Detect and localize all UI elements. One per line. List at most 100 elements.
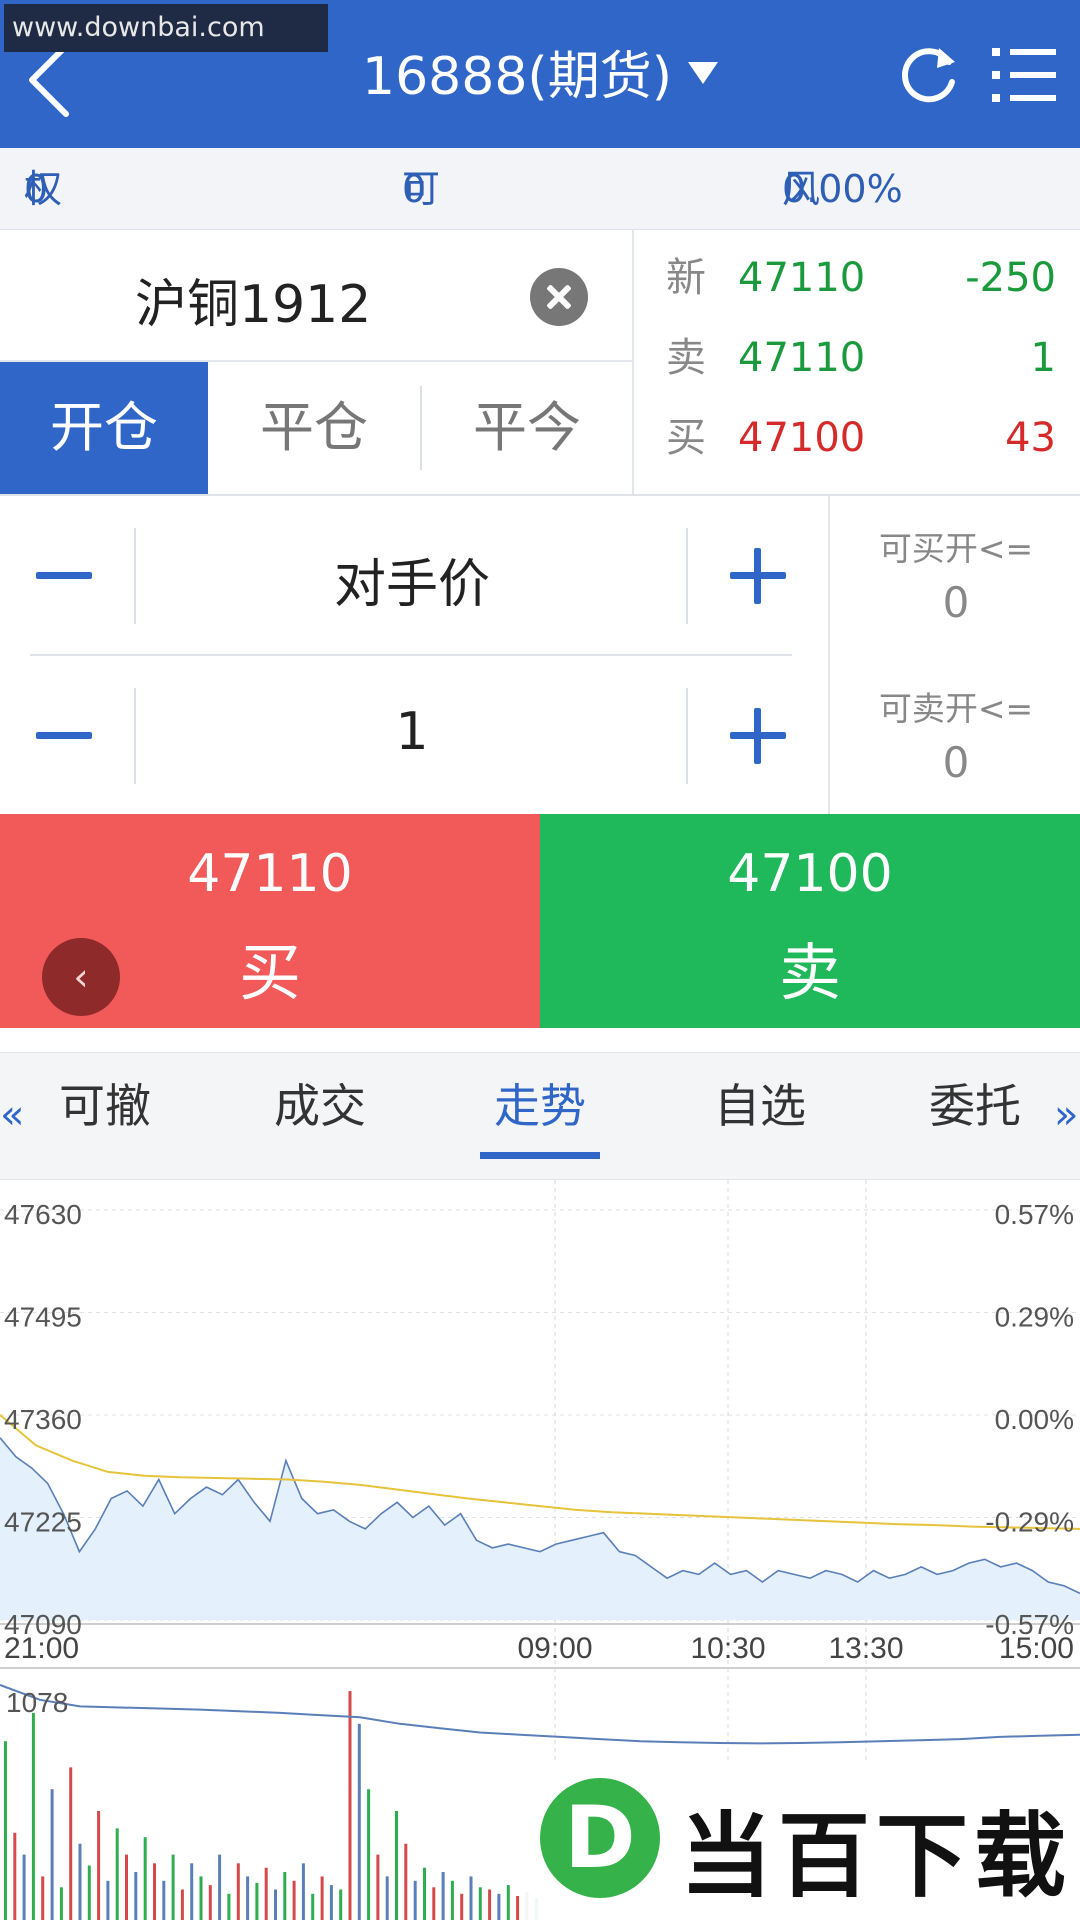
scroll-right-icon[interactable]: » [1054,1092,1078,1138]
volume-bar [153,1863,156,1920]
quantity-minus-icon[interactable] [36,732,92,739]
y-tick-label: 47495 [4,1302,82,1333]
menu-list-icon[interactable] [990,42,1058,108]
volume-bar [432,1887,436,1920]
field-divider [686,528,688,624]
brand-logo: D 当百下载 [520,1760,1080,1920]
volume-bar [106,1880,110,1920]
volume-bar [31,1712,35,1920]
tab-close-today[interactable]: 平今 [422,362,632,494]
account-summary: 权益: 0 可用: 0 风险度: 0.00% [0,148,1080,375]
volume-max-label: 1078 [6,1687,68,1718]
sell-price: 47100 [727,844,893,904]
volume-bar [460,1893,464,1920]
equity-value: 0 [24,167,49,211]
volume-bar [274,1889,277,1920]
y-tick-label: 47360 [4,1404,82,1435]
volume-bar [218,1854,222,1920]
clear-icon[interactable] [530,268,588,326]
y-tick-label: 47630 [4,1199,82,1230]
volume-bar [423,1867,426,1920]
volume-bar [180,1889,184,1920]
field-divider [686,688,688,784]
volume-bar [4,1741,7,1920]
x-tick-label: 15:00 [999,1632,1074,1665]
price-minus-icon[interactable] [36,572,92,579]
volume-bar [404,1843,408,1920]
quote-change: -250 [965,255,1056,301]
volume-bar [115,1828,119,1920]
float-back-button[interactable]: ‹ [42,938,120,1016]
sell-label: 卖 [778,936,841,1009]
volume-bar [329,1885,333,1920]
volume-bar [292,1880,296,1920]
tab-orders[interactable]: 委托 [900,1053,1050,1181]
volume-bar [488,1889,492,1920]
bottom-tab-bar: 可撤 成交 走势 自选 委托 [0,1052,1080,1180]
site-watermark: www.downbai.com [4,4,328,52]
volume-bar [69,1767,73,1920]
dropdown-caret-icon [688,62,718,84]
quote-volume: 43 [1005,415,1056,461]
quote-label: 卖 [666,335,706,381]
quote-label: 新 [666,255,706,301]
price-type-field[interactable]: 对手价 [136,542,688,617]
volume-bar [301,1863,305,1920]
quantity-field[interactable]: 1 [136,702,688,762]
tab-watchlist[interactable]: 自选 [685,1053,835,1181]
order-form: 对手价 1 [0,496,826,814]
volume-bar [283,1872,287,1920]
volume-bar [255,1882,259,1920]
price-plus-icon-stem[interactable] [754,548,761,604]
volume-bar [348,1691,352,1920]
sell-button[interactable]: 47100 卖 [540,814,1080,1028]
volume-bar [208,1885,212,1920]
tab-trades[interactable]: 成交 [245,1053,395,1181]
refresh-icon[interactable] [895,40,961,110]
volume-bar [143,1837,147,1920]
volume-bar [469,1876,473,1920]
sell-open-label: 可卖开<= [878,689,1034,728]
tab-open[interactable]: 开仓 [0,362,208,494]
tab-cancelable[interactable]: 可撤 [30,1053,180,1181]
volume-bar [516,1896,520,1920]
volume-bar [87,1865,91,1920]
brand-logo-text: 当百下载 [680,1803,1073,1910]
volume-bar [395,1811,398,1920]
tab-close[interactable]: 平仓 [208,362,420,494]
quote-price: 47110 [738,335,866,381]
watermark-text: www.downbai.com [12,12,265,43]
quote-row-bid: 买 47100 43 [634,398,1080,478]
account-title-text: 16888(期货) [362,47,672,107]
volume-bar [413,1880,417,1920]
volume-bar [236,1863,240,1920]
quote-price: 47100 [738,415,866,461]
volume-avg-line [0,1684,1080,1745]
volume-bar [367,1789,371,1920]
volume-bar [59,1887,63,1920]
volume-bar [506,1885,510,1920]
buy-open-label: 可买开<= [878,529,1034,568]
quote-volume: 1 [1030,335,1056,381]
contract-input[interactable]: 沪铜1912 [0,230,632,362]
y-pct-tick-label: 0.57% [995,1199,1074,1230]
volume-bar [50,1789,54,1920]
buy-price: 47110 [187,844,353,904]
scroll-left-icon[interactable]: « [0,1092,24,1138]
tab-trend[interactable]: 走势 [465,1053,615,1181]
brand-d-icon: D [540,1778,660,1898]
x-tick-label: 10:30 [690,1632,765,1665]
volume-bar [134,1872,138,1920]
position-tabs: 开仓 平仓 平今 [0,362,632,494]
volume-bar [376,1854,380,1920]
volume-bar [264,1867,268,1920]
volume-bar [339,1889,343,1920]
y-pct-tick-label: 0.00% [995,1404,1074,1435]
volume-bar [171,1854,175,1920]
volume-bar [162,1880,166,1920]
volume-bar [41,1876,45,1920]
volume-bar [450,1880,454,1920]
available-value: 0 [402,167,427,211]
volume-bar [13,1832,17,1920]
quantity-plus-icon-stem[interactable] [754,708,761,764]
